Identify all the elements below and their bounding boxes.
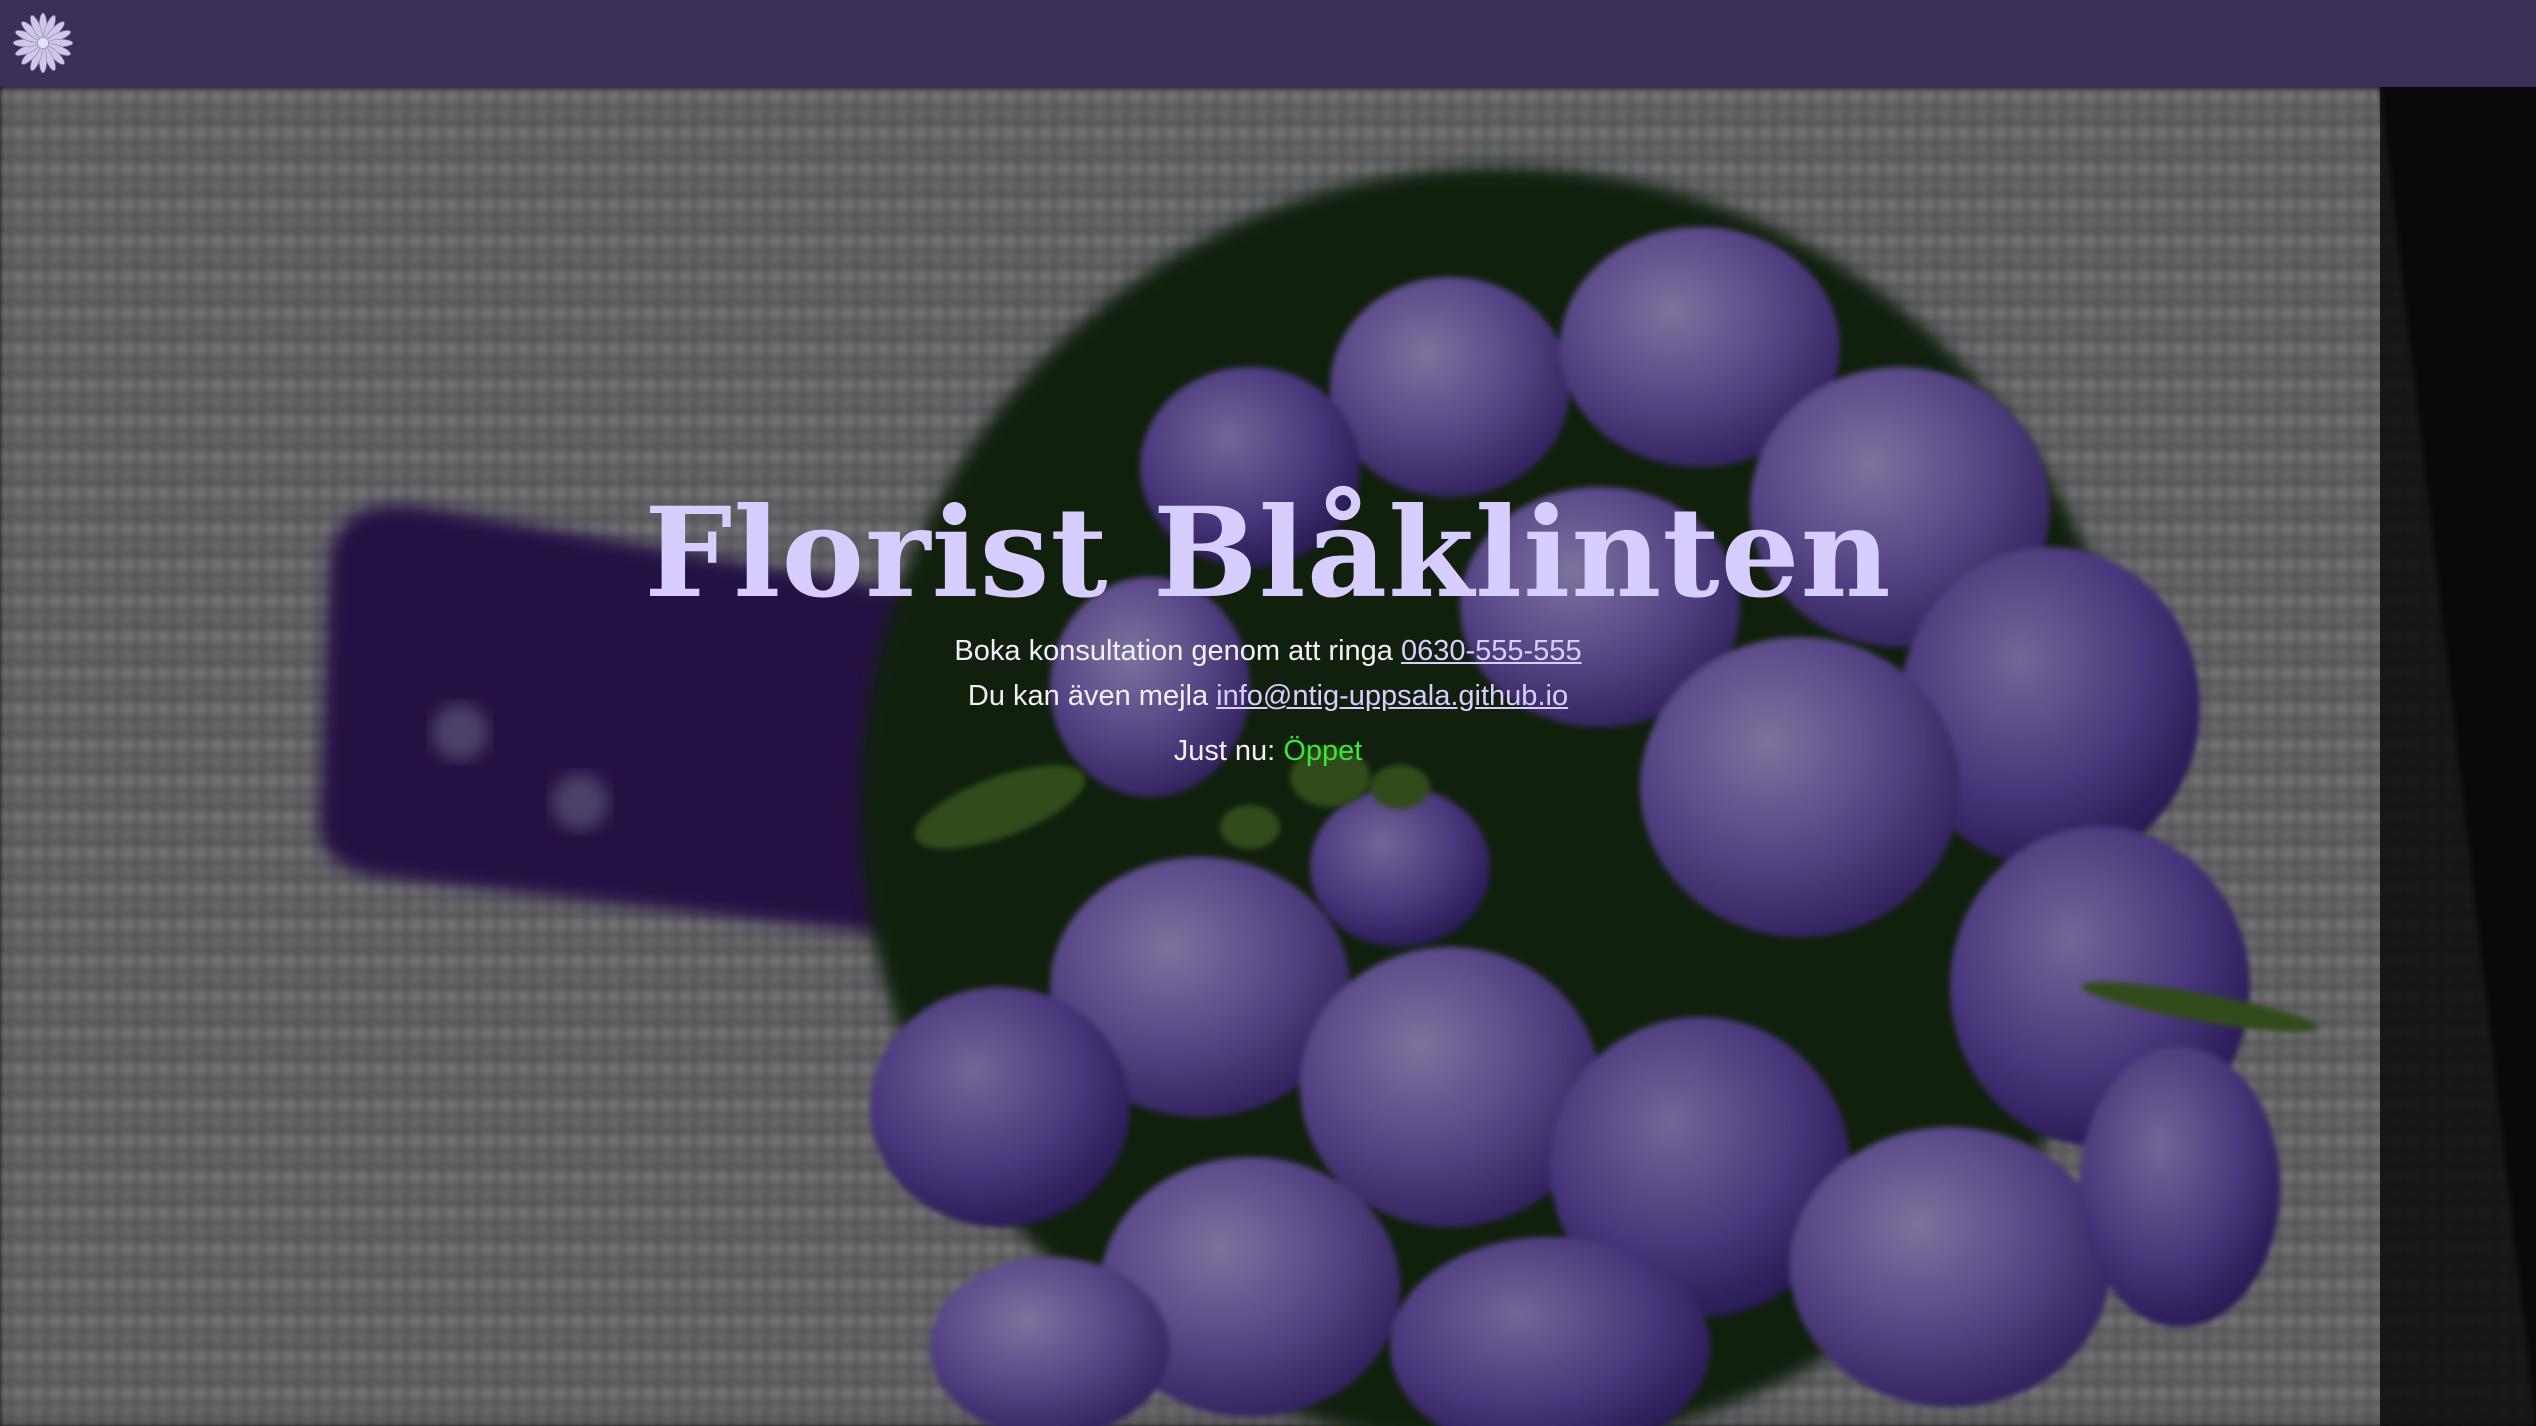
hero-section: Florist Blåklinten Boka konsultation gen…: [0, 87, 2536, 1426]
status-label: Just nu:: [1173, 735, 1276, 767]
open-status: Just nu: Öppet: [0, 729, 2536, 774]
phone-text: Boka konsultation genom att ringa: [954, 635, 1393, 667]
top-navbar: [0, 0, 2536, 87]
phone-line: Boka konsultation genom att ringa 0630-5…: [0, 629, 2536, 674]
hero-content: Florist Blåklinten Boka konsultation gen…: [0, 479, 2536, 774]
site-title: Florist Blåklinten: [644, 481, 1892, 626]
email-text: Du kan även mejla: [967, 680, 1209, 712]
email-line: Du kan även mejla info@ntig-uppsala.gith…: [0, 674, 2536, 719]
status-value: Öppet: [1283, 735, 1363, 767]
flower-logo-icon[interactable]: [12, 12, 74, 74]
phone-link[interactable]: 0630-555-555: [1401, 635, 1582, 667]
email-link[interactable]: info@ntig-uppsala.github.io: [1216, 680, 1568, 712]
